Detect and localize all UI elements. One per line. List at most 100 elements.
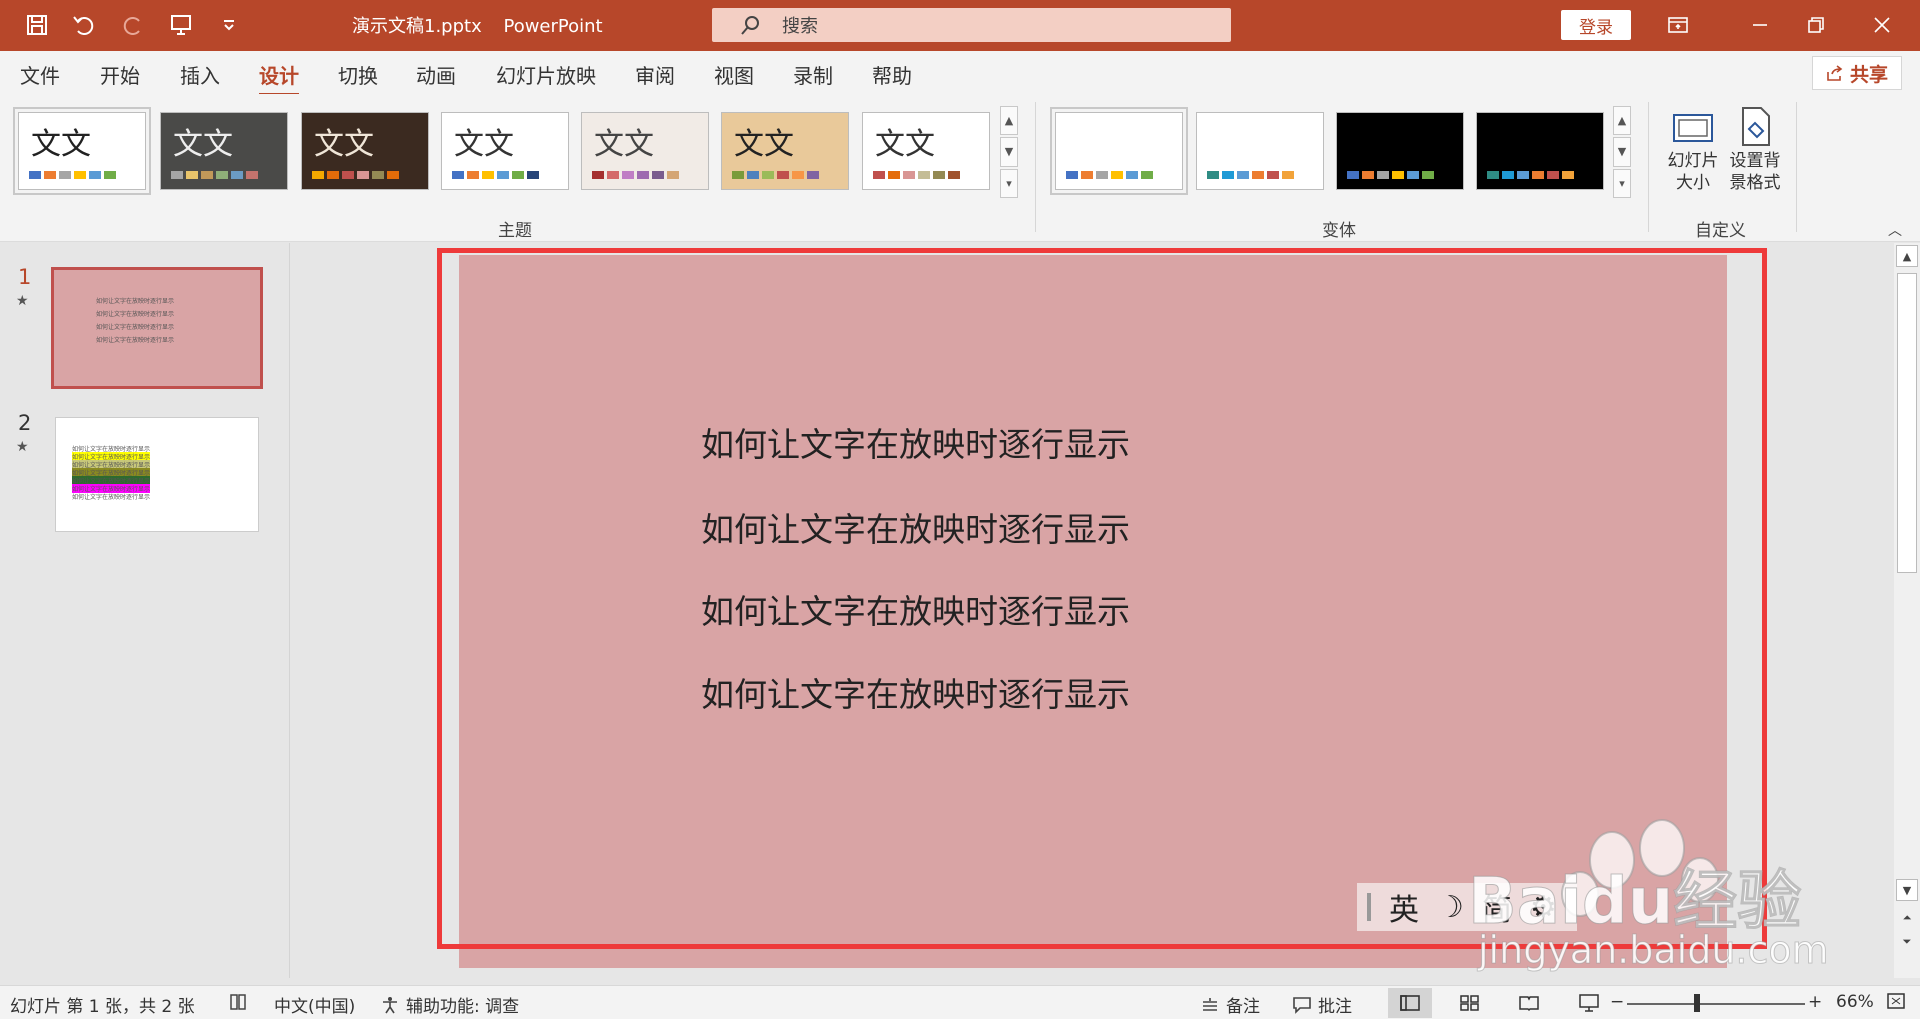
slide-size-button[interactable]: 幻灯片 大小 [1662, 104, 1724, 194]
moon-icon[interactable]: ☽ [1437, 890, 1464, 925]
normal-view-button[interactable] [1388, 988, 1432, 1018]
tab-file[interactable]: 文件 [20, 60, 60, 89]
gallery-down-button[interactable]: ▼ [1613, 137, 1631, 167]
previous-slide-button[interactable]: ⏶ [1896, 907, 1918, 929]
design-ribbon: 文文 文文 文文 文文 文文 文文 文文 ▲ ▼ ▾ 主题 ▲ ▼ ▾ 变体 幻… [0, 94, 1920, 242]
document-title: 演示文稿1.pptx PowerPoint [352, 12, 619, 38]
spell-check-button[interactable] [228, 992, 248, 1012]
comments-label: 批注 [1318, 997, 1352, 1017]
variant-1[interactable] [1050, 107, 1188, 195]
zoom-slider-track[interactable] [1627, 1003, 1805, 1005]
slide-thumbnail-2[interactable]: 如何让文字在放映时逐行显示 如何让文字在放映时逐行显示 如何让文字在放映时逐行显… [55, 417, 259, 532]
slideshow-view-button[interactable] [1567, 988, 1611, 1018]
search-placeholder: 搜索 [782, 16, 818, 37]
ime-grip-handle[interactable] [1367, 893, 1371, 921]
theme-preview-text: 文文 [314, 127, 374, 162]
thumb-text-line: 如何让文字在放映时逐行显示 [96, 311, 175, 318]
theme-wisp[interactable]: 文文 [581, 112, 709, 190]
theme-color-bars [592, 171, 679, 179]
thumb-text-line: 如何让文字在放映时逐行显示 [96, 298, 175, 305]
tab-transitions[interactable]: 切换 [338, 60, 378, 89]
theme-color-bars [452, 171, 539, 179]
theme-office[interactable]: 文文 [13, 107, 151, 195]
theme-savon[interactable]: 文文 [721, 112, 849, 190]
vertical-scrollbar[interactable]: ▲ ▼ ⏶ ⏷ [1894, 243, 1920, 978]
minimize-button[interactable] [1740, 8, 1780, 42]
search-box[interactable]: 搜索 [712, 8, 1231, 42]
save-button[interactable] [20, 8, 54, 42]
zoom-in-button[interactable]: + [1808, 992, 1822, 1012]
file-name: 演示文稿1.pptx [352, 16, 482, 37]
slide-counter: 幻灯片 第 1 张，共 2 张 [10, 997, 195, 1017]
share-label: 共享 [1849, 63, 1888, 86]
notes-button[interactable]: 备注 [1200, 992, 1260, 1017]
comments-button[interactable]: 批注 [1292, 992, 1352, 1017]
accessibility-button[interactable]: 辅助功能: 调查 [380, 992, 519, 1017]
quick-access-toolbar [20, 8, 246, 42]
app-name: PowerPoint [503, 16, 603, 37]
tab-help[interactable]: 帮助 [872, 60, 912, 89]
fit-window-icon [1887, 993, 1905, 1009]
theme-color-bars [29, 171, 116, 179]
slide-sorter-view-button[interactable] [1448, 988, 1492, 1018]
theme-chalkboard[interactable]: 文文 [160, 112, 288, 190]
reading-view-button[interactable] [1507, 988, 1551, 1018]
customize-qat-button[interactable] [212, 8, 246, 42]
ribbon-display-options-button[interactable] [1658, 8, 1698, 42]
theme-preview-text: 文文 [594, 127, 654, 162]
slide-number-2: 2 [18, 411, 32, 435]
language-indicator[interactable]: 中文(中国) [274, 992, 355, 1017]
format-background-icon [1742, 107, 1770, 146]
undo-button[interactable] [68, 8, 102, 42]
theme-wood[interactable]: 文文 [301, 112, 429, 190]
tab-slideshow[interactable]: 幻灯片放映 [496, 60, 596, 89]
ime-language-toggle[interactable]: 英 [1389, 885, 1419, 929]
variant-4[interactable] [1476, 112, 1604, 190]
variant-2[interactable] [1196, 112, 1324, 190]
gallery-down-button[interactable]: ▼ [1000, 137, 1018, 167]
normal-view-icon [1400, 995, 1420, 1011]
gallery-more-button[interactable]: ▾ [1613, 168, 1631, 198]
login-button[interactable]: 登录 [1561, 10, 1631, 40]
theme-preview-text: 文文 [875, 127, 935, 162]
format-background-label-2: 景格式 [1729, 173, 1781, 193]
theme-berlin[interactable]: 文文 [862, 112, 990, 190]
slide-size-label-2: 大小 [1676, 173, 1710, 193]
tab-review[interactable]: 审阅 [635, 60, 675, 89]
gallery-up-button[interactable]: ▲ [1613, 106, 1631, 136]
tab-design[interactable]: 设计 [259, 60, 299, 97]
next-slide-button[interactable]: ⏷ [1896, 931, 1918, 953]
theme-color-bars [873, 171, 960, 179]
scroll-thumb[interactable] [1897, 273, 1917, 573]
restore-button[interactable] [1796, 8, 1836, 42]
redo-icon [123, 17, 140, 35]
restore-icon [1808, 17, 1824, 33]
tab-insert[interactable]: 插入 [180, 60, 220, 89]
share-button[interactable]: 共享 [1812, 56, 1902, 90]
format-background-button[interactable]: 设置背 景格式 [1724, 104, 1786, 194]
tab-view[interactable]: 视图 [714, 60, 754, 89]
redo-button[interactable] [116, 8, 150, 42]
collapse-ribbon-button[interactable]: ︿ [1888, 220, 1902, 240]
tab-home[interactable]: 开始 [100, 60, 140, 89]
gallery-more-button[interactable]: ▾ [1000, 168, 1018, 198]
slide-thumbnail-1[interactable]: 如何让文字在放映时逐行显示 如何让文字在放映时逐行显示 如何让文字在放映时逐行显… [51, 267, 263, 389]
variant-color-bars [1066, 171, 1153, 179]
gallery-up-button[interactable]: ▲ [1000, 106, 1018, 136]
variants-group-label: 变体 [1322, 221, 1356, 241]
zoom-slider-knob[interactable] [1694, 994, 1700, 1012]
zoom-out-button[interactable]: − [1610, 992, 1624, 1012]
theme-preview-text: 文文 [734, 127, 794, 162]
animation-star-icon: ★ [16, 293, 29, 309]
close-button[interactable] [1862, 8, 1902, 42]
tab-record[interactable]: 录制 [793, 60, 833, 89]
present-button[interactable] [164, 8, 198, 42]
scroll-down-button[interactable]: ▼ [1896, 879, 1918, 901]
tab-animations[interactable]: 动画 [416, 60, 456, 89]
variant-3[interactable] [1336, 112, 1464, 190]
theme-facet[interactable]: 文文 [441, 112, 569, 190]
fit-to-window-button[interactable] [1886, 992, 1906, 1010]
highlight-frame [437, 248, 1767, 949]
scroll-up-button[interactable]: ▲ [1896, 245, 1918, 267]
zoom-level[interactable]: 66% [1836, 992, 1874, 1012]
